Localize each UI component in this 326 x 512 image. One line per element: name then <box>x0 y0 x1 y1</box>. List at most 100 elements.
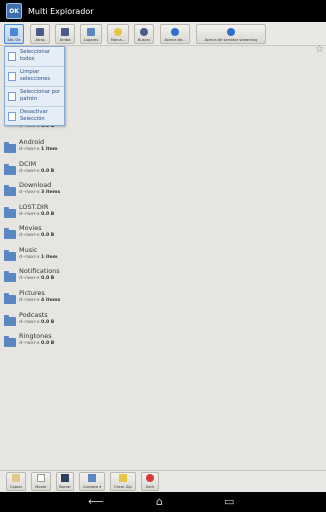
list-item[interactable]: Download d--rwxr-x 3 items <box>4 181 304 201</box>
copy-label: Copiar <box>9 484 23 489</box>
disable-selection-icon <box>8 112 16 121</box>
create-zip-label: Crear Zip <box>114 484 132 489</box>
search-label: Buscar <box>137 38 151 42</box>
folder-icon <box>4 293 16 304</box>
move-icon <box>37 474 45 482</box>
home-nav-icon[interactable]: ⌂ <box>156 496 163 507</box>
move-button[interactable]: Mover <box>31 472 51 491</box>
info-icon <box>227 28 235 36</box>
folder-icon <box>4 164 16 175</box>
select-toggle-button[interactable]: Sel. On <box>4 24 24 44</box>
title-bar: OK Multi Explorador <box>0 0 326 22</box>
folder-info: d--rwxr-x 1 item <box>19 147 58 152</box>
clear-selection-icon <box>8 72 16 81</box>
list-item[interactable]: LOST.DIR d--rwxr-x 0.0 B <box>4 203 304 223</box>
folder-icon <box>4 336 16 347</box>
up-label: Arriba <box>59 38 71 42</box>
system-nav-bar: ⟵ ⌂ ▭ <box>0 492 326 512</box>
search-icon <box>140 28 148 36</box>
menu-item-select-by-pattern[interactable]: Seleccionar por patrón <box>5 87 64 107</box>
exit-icon <box>146 474 154 482</box>
menu-item-label: Limpiar selecciones <box>20 69 51 82</box>
app-icon: OK <box>6 3 22 19</box>
list-item[interactable]: Pictures d--rwxr-x 4 items <box>4 289 304 309</box>
menu-item-disable-selection[interactable]: Desactivar Selección <box>5 107 64 127</box>
star-icon[interactable]: ☆ <box>315 44 324 55</box>
folder-name: Movies <box>19 224 42 232</box>
delete-icon <box>61 474 69 482</box>
selection-menu: Seleccionar todos Limpiar selecciones Se… <box>4 46 65 126</box>
folder-icon <box>4 142 16 153</box>
info-icon <box>171 28 179 36</box>
menu-item-select-all[interactable]: Seleccionar todos <box>5 47 64 67</box>
folder-name: Download <box>19 181 52 189</box>
folder-info: d--rwxr-x 1 item <box>19 255 58 260</box>
copy-icon <box>12 474 20 482</box>
folder-name: Ringtones <box>19 332 52 340</box>
move-label: Mover <box>35 484 47 489</box>
about-label: Acerca de... <box>164 38 186 42</box>
copy-button[interactable]: Copiar <box>6 472 26 491</box>
folder-info: d--rwxr-x 3 items <box>19 190 61 195</box>
list-item[interactable]: Music d--rwxr-x 1 item <box>4 246 304 266</box>
list-item[interactable]: Movies d--rwxr-x 0.0 B <box>4 224 304 244</box>
bottom-toolbar: Copiar Mover Borrar Carpeta ▾ Crear Zip … <box>0 470 326 492</box>
about-streaming-label: Acerca de servidor streaming <box>204 38 258 42</box>
folder-info: d--rwxr-x 0.0 B <box>19 233 55 238</box>
back-nav-icon[interactable]: ⟵ <box>88 496 104 507</box>
places-button[interactable]: Lugares <box>80 24 102 44</box>
menu-item-label: Seleccionar todos <box>20 49 51 62</box>
folder-icon <box>4 315 16 326</box>
list-item[interactable]: Notifications d--rwxr-x 0.0 B <box>4 267 304 287</box>
bookmarks-label: Marca... <box>110 38 126 42</box>
list-item[interactable]: Podcasts d--rwxr-x 0.0 B <box>4 311 304 331</box>
create-zip-button[interactable]: Crear Zip <box>110 472 136 491</box>
menu-item-clear-selection[interactable]: Limpiar selecciones <box>5 67 64 87</box>
exit-button[interactable]: Salir <box>141 472 159 491</box>
folder-name: Notifications <box>19 267 60 275</box>
list-item[interactable]: Ringtones d--rwxr-x 0.0 B <box>4 332 304 352</box>
folder-name: Music <box>19 246 38 254</box>
folder-icon <box>4 185 16 196</box>
folder-label: Carpeta ▾ <box>82 484 102 489</box>
folder-icon <box>4 250 16 261</box>
bookmarks-button[interactable]: Marca... <box>107 24 129 44</box>
pattern-icon <box>8 92 16 101</box>
folder-icon <box>4 271 16 282</box>
folder-name: LOST.DIR <box>19 203 49 211</box>
menu-item-label: Desactivar Selección <box>20 109 48 122</box>
folder-name: Pictures <box>19 289 45 297</box>
folder-icon <box>4 228 16 239</box>
folder-info: d--rwxr-x 0.0 B <box>19 212 55 217</box>
select-toggle-label: Sel. On <box>7 38 21 42</box>
folder-button[interactable]: Carpeta ▾ <box>79 472 105 491</box>
about-button[interactable]: Acerca de... <box>160 24 190 44</box>
folder-name: Android <box>19 138 45 146</box>
zip-icon <box>119 474 127 482</box>
about-streaming-button[interactable]: Acerca de servidor streaming <box>196 24 266 44</box>
menu-item-label: Seleccionar por patrón <box>20 89 61 102</box>
delete-button[interactable]: Borrar <box>56 472 74 491</box>
places-icon <box>87 28 95 36</box>
up-button[interactable]: Arriba <box>55 24 75 44</box>
folder-name: DCIM <box>19 160 37 168</box>
back-icon <box>36 28 44 36</box>
bookmark-icon <box>114 28 122 36</box>
list-item[interactable]: Android d--rwxr-x 1 item <box>4 138 304 158</box>
folder-info: d--rwxr-x 0.0 B <box>19 169 55 174</box>
list-item[interactable]: DCIM d--rwxr-x 0.0 B <box>4 160 304 180</box>
back-button[interactable]: Atras <box>30 24 50 44</box>
select-all-icon <box>8 52 16 61</box>
folder-name: Podcasts <box>19 311 48 319</box>
up-icon <box>61 28 69 36</box>
app-title: Multi Explorador <box>28 6 94 16</box>
select-icon <box>10 28 18 36</box>
folder-info: d--rwxr-x 0.0 B <box>19 341 55 346</box>
exit-label: Salir <box>145 484 155 489</box>
folder-icon <box>4 207 16 218</box>
recents-nav-icon[interactable]: ▭ <box>224 496 234 507</box>
places-label: Lugares <box>83 38 99 42</box>
search-button[interactable]: Buscar <box>134 24 154 44</box>
toolbar: Sel. On Atras Arriba Lugares Marca... Bu… <box>0 22 326 46</box>
back-label: Atras <box>35 38 45 42</box>
